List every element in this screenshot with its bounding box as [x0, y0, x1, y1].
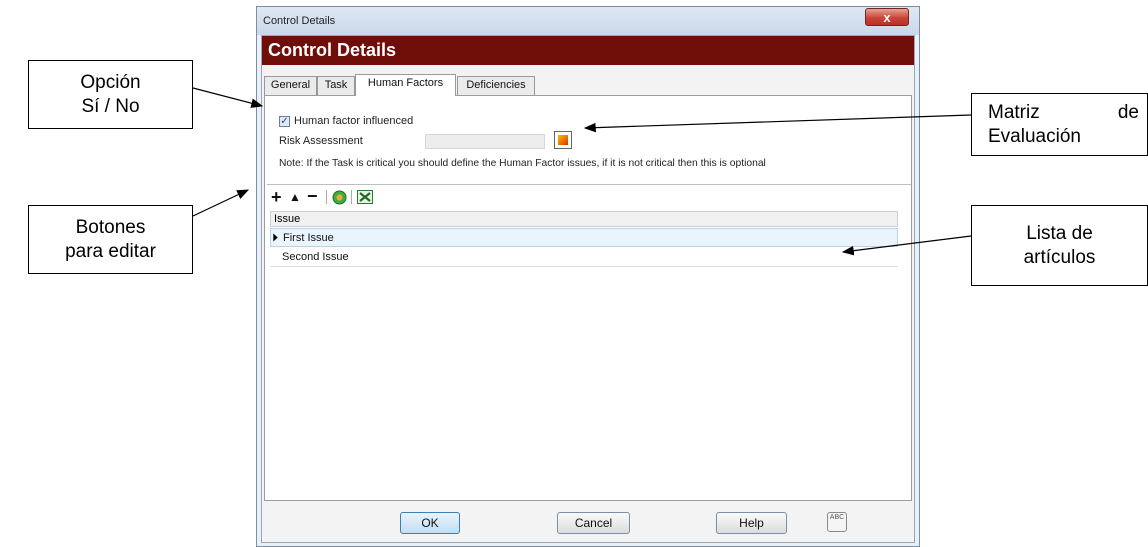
divider [267, 184, 911, 185]
callout-yes-no: Opción Sí / No [28, 60, 193, 129]
remove-icon[interactable]: − [307, 186, 318, 207]
toolbar-separator [326, 190, 327, 204]
callout-line: Matriz [988, 102, 1040, 123]
callout-line: artículos [1023, 246, 1096, 268]
issues-grid: Issue First Issue Second Issue [270, 211, 898, 486]
note-text: Note: If the Task is critical you should… [279, 158, 766, 169]
tab-general[interactable]: General [264, 76, 317, 95]
risk-matrix-icon [558, 135, 568, 145]
arrow-edit-buttons [192, 189, 250, 217]
ok-button[interactable]: OK [400, 512, 460, 534]
dialog-footer: OK Cancel Help ABC [262, 502, 914, 542]
spellcheck-button[interactable]: ABC [827, 512, 847, 532]
close-icon: x [883, 10, 891, 25]
callout-matrix: Matriz de Evaluación [971, 93, 1148, 156]
callout-line: Lista de [1026, 222, 1093, 244]
spellcheck-icon: ABC [829, 514, 845, 521]
dialog-client: Control Details General Task Human Facto… [261, 35, 915, 543]
grid-column-header[interactable]: Issue [270, 211, 898, 227]
tab-label: Deficiencies [466, 79, 526, 91]
table-row[interactable]: First Issue [270, 228, 898, 247]
human-factor-checkbox[interactable]: ✓ [279, 116, 290, 127]
risk-matrix-button[interactable] [554, 131, 572, 149]
title-bar: Control Details x [257, 7, 919, 35]
callout-line: Sí / No [81, 95, 140, 117]
cancel-label: Cancel [574, 516, 613, 530]
control-details-window: Control Details x Control Details Genera… [256, 6, 920, 547]
ok-label: OK [421, 516, 439, 530]
toolbar-separator [351, 190, 352, 204]
issue-cell: First Issue [283, 232, 334, 244]
tab-human-factors[interactable]: Human Factors [355, 74, 456, 96]
help-button[interactable]: Help [716, 512, 787, 534]
refresh-icon[interactable] [332, 190, 347, 205]
row-pointer-icon [273, 233, 278, 242]
move-up-icon[interactable]: ▲ [289, 190, 301, 204]
close-button[interactable]: x [865, 8, 909, 26]
checkmark-icon: ✓ [280, 116, 289, 127]
arrow-yes-no [192, 87, 264, 108]
tab-label: Human Factors [367, 77, 444, 89]
callout-line: para editar [65, 240, 156, 262]
tab-deficiencies[interactable]: Deficiencies [457, 76, 535, 95]
callout-line: Botones [75, 216, 146, 238]
tab-task[interactable]: Task [317, 76, 355, 95]
callout-list: Lista de artículos [971, 205, 1148, 286]
human-factor-label: Human factor influenced [294, 115, 414, 127]
callout-line: Opción [80, 71, 141, 93]
tab-label: Task [324, 79, 348, 91]
excel-icon[interactable] [357, 190, 373, 204]
callout-line: de [1117, 102, 1139, 123]
window-title: Control Details [263, 15, 336, 27]
table-row[interactable]: Second Issue [270, 248, 898, 267]
dialog-header: Control Details [262, 36, 914, 65]
callout-line: Evaluación [988, 126, 1081, 147]
dialog-header-title: Control Details [268, 40, 397, 60]
tab-label: General [270, 79, 311, 91]
help-label: Help [739, 516, 764, 530]
issue-cell: Second Issue [282, 251, 349, 263]
risk-assessment-field[interactable] [425, 134, 545, 149]
column-header-label: Issue [274, 213, 301, 225]
callout-edit-buttons: Botones para editar [28, 205, 193, 274]
add-icon[interactable]: + [271, 187, 282, 208]
risk-assessment-label: Risk Assessment [279, 135, 363, 147]
human-factors-panel: ✓ Human factor influenced Risk Assessmen… [264, 95, 912, 501]
cancel-button[interactable]: Cancel [557, 512, 630, 534]
